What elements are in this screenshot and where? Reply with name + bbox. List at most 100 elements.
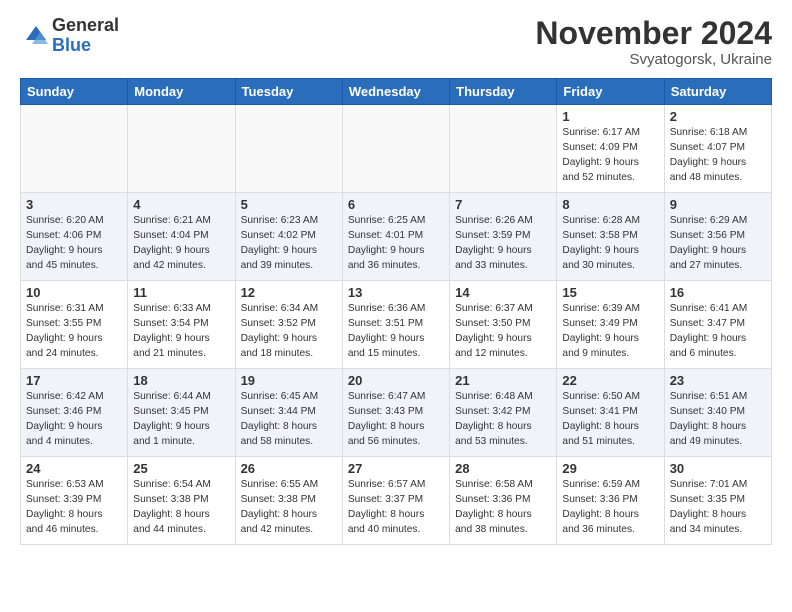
day-info: Sunrise: 6:55 AMSunset: 3:38 PMDaylight:… [241,478,337,537]
calendar-cell [342,105,449,193]
day-number: 20 [348,373,444,388]
calendar-cell [450,105,557,193]
logo-text: General Blue [52,16,119,56]
day-number: 24 [26,461,122,476]
day-number: 4 [133,197,229,212]
calendar-cell: 14 Sunrise: 6:37 AMSunset: 3:50 PMDayligh… [450,281,557,369]
day-info: Sunrise: 6:31 AMSunset: 3:55 PMDaylight:… [26,302,122,361]
day-number: 23 [670,373,766,388]
logo-general: General [52,15,119,35]
day-info: Sunrise: 6:44 AMSunset: 3:45 PMDaylight:… [133,390,229,449]
day-number: 27 [348,461,444,476]
header-wednesday: Wednesday [342,79,449,105]
calendar-body: 1Sunrise: 6:17 AMSunset: 4:09 PMDaylight… [21,105,772,545]
calendar-week-row: 1Sunrise: 6:17 AMSunset: 4:09 PMDaylight… [21,105,772,193]
calendar-week-row: 10Sunrise: 6:31 AMSunset: 3:55 PMDayligh… [21,281,772,369]
day-info: Sunrise: 6:29 AMSunset: 3:56 PMDaylight:… [670,214,766,273]
day-info: Sunrise: 6:45 AMSunset: 3:44 PMDaylight:… [241,390,337,449]
day-number: 13 [348,285,444,300]
calendar-cell: 10Sunrise: 6:31 AMSunset: 3:55 PMDayligh… [21,281,128,369]
day-number: 12 [241,285,337,300]
calendar-cell: 9 Sunrise: 6:29 AMSunset: 3:56 PMDaylight… [664,193,771,281]
day-info: Sunrise: 6:50 AMSunset: 3:41 PMDaylight:… [562,390,658,449]
header-sunday: Sunday [21,79,128,105]
day-info: Sunrise: 6:36 AMSunset: 3:51 PMDaylight:… [348,302,444,361]
day-info: Sunrise: 6:37 AMSunset: 3:50 PMDaylight:… [455,302,551,361]
day-info: Sunrise: 6:51 AMSunset: 3:40 PMDaylight:… [670,390,766,449]
calendar-cell [235,105,342,193]
day-info: Sunrise: 7:01 AMSunset: 3:35 PMDaylight:… [670,478,766,537]
calendar-cell: 29Sunrise: 6:59 AMSunset: 3:36 PMDayligh… [557,457,664,545]
calendar-cell: 11 Sunrise: 6:33 AMSunset: 3:54 PMDayligh… [128,281,235,369]
calendar-cell: 7 Sunrise: 6:26 AMSunset: 3:59 PMDaylight… [450,193,557,281]
calendar-cell: 13 Sunrise: 6:36 AMSunset: 3:51 PMDayligh… [342,281,449,369]
calendar-cell: 28 Sunrise: 6:58 AMSunset: 3:36 PMDayligh… [450,457,557,545]
day-number: 7 [455,197,551,212]
day-number: 22 [562,373,658,388]
calendar-week-row: 24 Sunrise: 6:53 AMSunset: 3:39 PMDayligh… [21,457,772,545]
day-info: Sunrise: 6:26 AMSunset: 3:59 PMDaylight:… [455,214,551,273]
day-number: 14 [455,285,551,300]
header: General Blue November 2024 Svyatogorsk, … [20,16,772,68]
calendar: Sunday Monday Tuesday Wednesday Thursday… [20,78,772,545]
day-info: Sunrise: 6:47 AMSunset: 3:43 PMDaylight:… [348,390,444,449]
calendar-cell: 21 Sunrise: 6:48 AMSunset: 3:42 PMDayligh… [450,369,557,457]
calendar-cell: 8Sunrise: 6:28 AMSunset: 3:58 PMDaylight… [557,193,664,281]
header-thursday: Thursday [450,79,557,105]
day-info: Sunrise: 6:20 AMSunset: 4:06 PMDaylight:… [26,214,122,273]
day-number: 11 [133,285,229,300]
day-info: Sunrise: 6:41 AMSunset: 3:47 PMDaylight:… [670,302,766,361]
day-info: Sunrise: 6:21 AMSunset: 4:04 PMDaylight:… [133,214,229,273]
calendar-cell: 6 Sunrise: 6:25 AMSunset: 4:01 PMDaylight… [342,193,449,281]
day-info: Sunrise: 6:17 AMSunset: 4:09 PMDaylight:… [562,126,658,185]
logo: General Blue [20,16,119,56]
calendar-cell: 26 Sunrise: 6:55 AMSunset: 3:38 PMDayligh… [235,457,342,545]
page: General Blue November 2024 Svyatogorsk, … [0,0,792,612]
day-number: 16 [670,285,766,300]
day-number: 29 [562,461,658,476]
calendar-cell: 24 Sunrise: 6:53 AMSunset: 3:39 PMDayligh… [21,457,128,545]
logo-icon [20,22,48,50]
calendar-week-row: 17Sunrise: 6:42 AMSunset: 3:46 PMDayligh… [21,369,772,457]
day-number: 15 [562,285,658,300]
day-info: Sunrise: 6:34 AMSunset: 3:52 PMDaylight:… [241,302,337,361]
calendar-cell: 16 Sunrise: 6:41 AMSunset: 3:47 PMDayligh… [664,281,771,369]
calendar-cell: 19 Sunrise: 6:45 AMSunset: 3:44 PMDayligh… [235,369,342,457]
day-number: 19 [241,373,337,388]
day-info: Sunrise: 6:42 AMSunset: 3:46 PMDaylight:… [26,390,122,449]
day-number: 21 [455,373,551,388]
day-info: Sunrise: 6:48 AMSunset: 3:42 PMDaylight:… [455,390,551,449]
day-number: 6 [348,197,444,212]
header-monday: Monday [128,79,235,105]
calendar-cell [128,105,235,193]
day-number: 25 [133,461,229,476]
calendar-cell: 4 Sunrise: 6:21 AMSunset: 4:04 PMDaylight… [128,193,235,281]
day-info: Sunrise: 6:23 AMSunset: 4:02 PMDaylight:… [241,214,337,273]
calendar-cell: 30Sunrise: 7:01 AMSunset: 3:35 PMDayligh… [664,457,771,545]
calendar-cell: 5Sunrise: 6:23 AMSunset: 4:02 PMDaylight… [235,193,342,281]
header-friday: Friday [557,79,664,105]
calendar-cell: 20 Sunrise: 6:47 AMSunset: 3:43 PMDayligh… [342,369,449,457]
month-title: November 2024 [535,16,772,51]
day-info: Sunrise: 6:25 AMSunset: 4:01 PMDaylight:… [348,214,444,273]
day-number: 3 [26,197,122,212]
day-info: Sunrise: 6:33 AMSunset: 3:54 PMDaylight:… [133,302,229,361]
calendar-cell: 2Sunrise: 6:18 AMSunset: 4:07 PMDaylight… [664,105,771,193]
day-number: 18 [133,373,229,388]
calendar-cell: 18 Sunrise: 6:44 AMSunset: 3:45 PMDayligh… [128,369,235,457]
calendar-cell: 12 Sunrise: 6:34 AMSunset: 3:52 PMDayligh… [235,281,342,369]
location: Svyatogorsk, Ukraine [535,51,772,68]
header-tuesday: Tuesday [235,79,342,105]
day-number: 9 [670,197,766,212]
day-number: 26 [241,461,337,476]
day-info: Sunrise: 6:58 AMSunset: 3:36 PMDaylight:… [455,478,551,537]
day-number: 28 [455,461,551,476]
day-info: Sunrise: 6:28 AMSunset: 3:58 PMDaylight:… [562,214,658,273]
calendar-cell: 15 Sunrise: 6:39 AMSunset: 3:49 PMDayligh… [557,281,664,369]
day-info: Sunrise: 6:53 AMSunset: 3:39 PMDaylight:… [26,478,122,537]
day-info: Sunrise: 6:39 AMSunset: 3:49 PMDaylight:… [562,302,658,361]
day-number: 2 [670,109,766,124]
calendar-cell: 1Sunrise: 6:17 AMSunset: 4:09 PMDaylight… [557,105,664,193]
logo-blue: Blue [52,35,91,55]
header-saturday: Saturday [664,79,771,105]
